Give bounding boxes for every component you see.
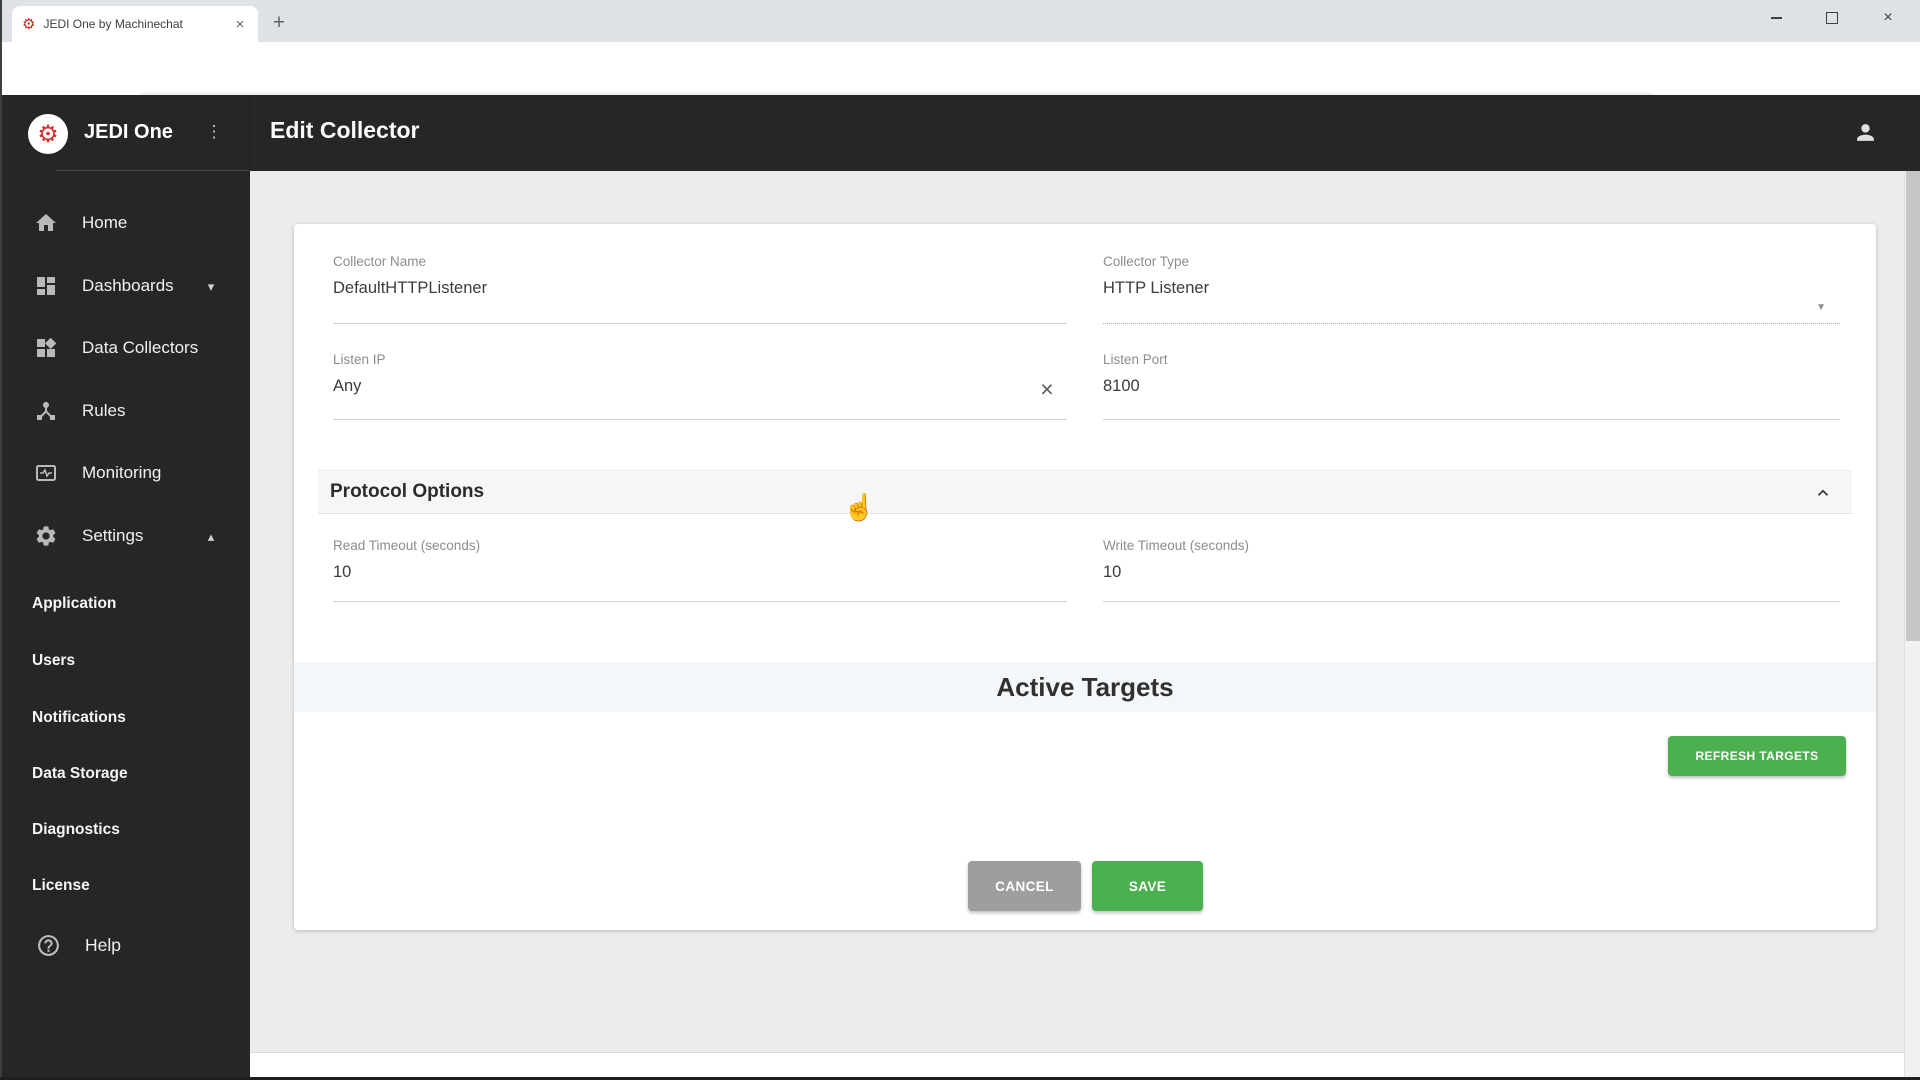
clear-listen-ip-icon[interactable]: × xyxy=(1032,374,1062,404)
collector-name-label: Collector Name xyxy=(333,254,427,269)
protocol-options-header[interactable]: Protocol Options xyxy=(318,470,1852,514)
app-header: Edit Collector xyxy=(250,95,1920,171)
read-timeout-field[interactable]: Read Timeout (seconds) 10 xyxy=(333,538,1067,602)
minimize-icon xyxy=(1770,17,1782,19)
sidebar-menu-icon[interactable]: ⋮ xyxy=(202,120,226,144)
maximize-icon xyxy=(1826,12,1838,24)
collector-type-select[interactable]: Collector Type HTTP Listener ▼ xyxy=(1103,254,1840,324)
sidebar-item-dashboards[interactable]: Dashboards ▾ xyxy=(0,266,250,306)
sidebar-item-help[interactable]: Help xyxy=(0,923,250,967)
sidebar-item-label: Settings xyxy=(82,526,144,545)
sidebar-item-data-storage[interactable]: Data Storage xyxy=(0,759,250,789)
app-sidebar: ⚙ JEDI One ⋮ Home Dashboards ▾ Data Coll… xyxy=(0,95,250,1077)
rules-icon xyxy=(34,399,58,423)
page-title: Edit Collector xyxy=(270,117,420,143)
collapse-chevron-up-icon[interactable] xyxy=(1814,484,1832,502)
chevron-up-icon: ▴ xyxy=(207,529,215,544)
data-collectors-icon xyxy=(34,336,58,360)
sidebar-item-users[interactable]: Users xyxy=(0,646,250,676)
protocol-options-title: Protocol Options xyxy=(330,481,485,502)
browser-window: ⚙ JEDI One by Machinechat × + × ← → ↻ ⚠ … xyxy=(0,0,1920,1080)
cancel-button[interactable]: CANCEL xyxy=(968,861,1081,911)
active-targets-section: Active Targets xyxy=(294,662,1876,712)
window-minimize-button[interactable] xyxy=(1748,0,1804,36)
page-scrollbar[interactable] xyxy=(1904,171,1920,1077)
collector-type-label: Collector Type xyxy=(1103,254,1190,269)
account-person-icon[interactable] xyxy=(1853,120,1878,145)
listen-ip-value[interactable]: Any xyxy=(333,377,1067,396)
read-timeout-value[interactable]: 10 xyxy=(333,563,1067,582)
sidebar-item-diagnostics[interactable]: Diagnostics xyxy=(0,815,250,845)
sidebar-item-application[interactable]: Application xyxy=(0,589,250,619)
sidebar-item-settings[interactable]: Settings ▴ xyxy=(0,516,250,556)
brand-name: JEDI One xyxy=(84,121,173,143)
window-controls: × xyxy=(1748,0,1916,36)
read-timeout-label: Read Timeout (seconds) xyxy=(333,538,481,553)
sidebar-item-label: Dashboards xyxy=(82,276,174,295)
sidebar-item-home[interactable]: Home xyxy=(0,203,250,243)
sub-item-label: Application xyxy=(32,595,117,612)
help-label: Help xyxy=(85,935,121,955)
browser-tab[interactable]: ⚙ JEDI One by Machinechat × xyxy=(12,6,258,42)
settings-gear-icon xyxy=(34,524,58,548)
sidebar-divider xyxy=(56,170,250,171)
chevron-down-icon: ▾ xyxy=(207,279,215,294)
browser-tab-bar: ⚙ JEDI One by Machinechat × + × xyxy=(0,0,1920,42)
page-bottom-area xyxy=(250,1052,1904,1078)
tab-close-icon[interactable]: × xyxy=(230,14,250,34)
window-left-edge xyxy=(0,0,2,1077)
refresh-targets-button[interactable]: REFRESH TARGETS xyxy=(1668,736,1846,776)
sub-item-label: Data Storage xyxy=(32,765,128,782)
sidebar-item-license[interactable]: License xyxy=(0,871,250,901)
sidebar-item-label: Monitoring xyxy=(82,463,162,482)
sub-item-label: Notifications xyxy=(32,709,126,726)
write-timeout-value[interactable]: 10 xyxy=(1103,563,1840,582)
window-close-button[interactable]: × xyxy=(1860,0,1916,36)
listen-ip-label: Listen IP xyxy=(333,352,386,367)
sidebar-item-data-collectors[interactable]: Data Collectors xyxy=(0,328,250,368)
home-icon xyxy=(34,211,58,235)
listen-port-value[interactable]: 8100 xyxy=(1103,377,1840,396)
save-button[interactable]: SAVE xyxy=(1092,861,1203,911)
sidebar-item-rules[interactable]: Rules xyxy=(0,391,250,431)
collector-name-value[interactable]: DefaultHTTPListener xyxy=(333,279,1067,298)
site-favicon-gear-icon: ⚙ xyxy=(22,15,36,33)
select-caret-icon[interactable]: ▼ xyxy=(1816,302,1826,313)
tab-title: JEDI One by Machinechat xyxy=(43,17,183,31)
write-timeout-field[interactable]: Write Timeout (seconds) 10 xyxy=(1103,538,1840,602)
collector-type-value: HTTP Listener xyxy=(1103,279,1210,297)
sub-item-label: License xyxy=(32,877,90,894)
app-logo-gear-icon: ⚙ xyxy=(28,114,68,154)
listen-ip-field[interactable]: Listen IP Any xyxy=(333,352,1067,420)
new-tab-button[interactable]: + xyxy=(264,8,294,38)
help-icon xyxy=(36,933,61,958)
sidebar-item-label: Home xyxy=(82,213,128,232)
edit-collector-form-card: Collector Name DefaultHTTPListener Colle… xyxy=(294,224,1876,930)
sidebar-item-label: Rules xyxy=(82,401,126,420)
sidebar-item-notifications[interactable]: Notifications xyxy=(0,703,250,733)
sidebar-item-label: Data Collectors xyxy=(82,338,199,357)
dashboards-icon xyxy=(34,274,58,298)
active-targets-title: Active Targets xyxy=(996,671,1174,702)
listen-port-field[interactable]: Listen Port 8100 xyxy=(1103,352,1840,420)
listen-port-label: Listen Port xyxy=(1103,352,1168,367)
sub-item-label: Diagnostics xyxy=(32,821,120,838)
scrollbar-thumb[interactable] xyxy=(1906,171,1920,641)
window-maximize-button[interactable] xyxy=(1804,0,1860,36)
write-timeout-label: Write Timeout (seconds) xyxy=(1103,538,1250,553)
collector-name-field[interactable]: Collector Name DefaultHTTPListener xyxy=(333,254,1067,324)
browser-toolbar: ← → ↻ ⚠ Not secure 192.168.1.204:9123/ed… xyxy=(0,42,1920,126)
monitoring-icon xyxy=(34,461,58,485)
sidebar-item-monitoring[interactable]: Monitoring xyxy=(0,453,250,493)
sub-item-label: Users xyxy=(32,652,76,669)
